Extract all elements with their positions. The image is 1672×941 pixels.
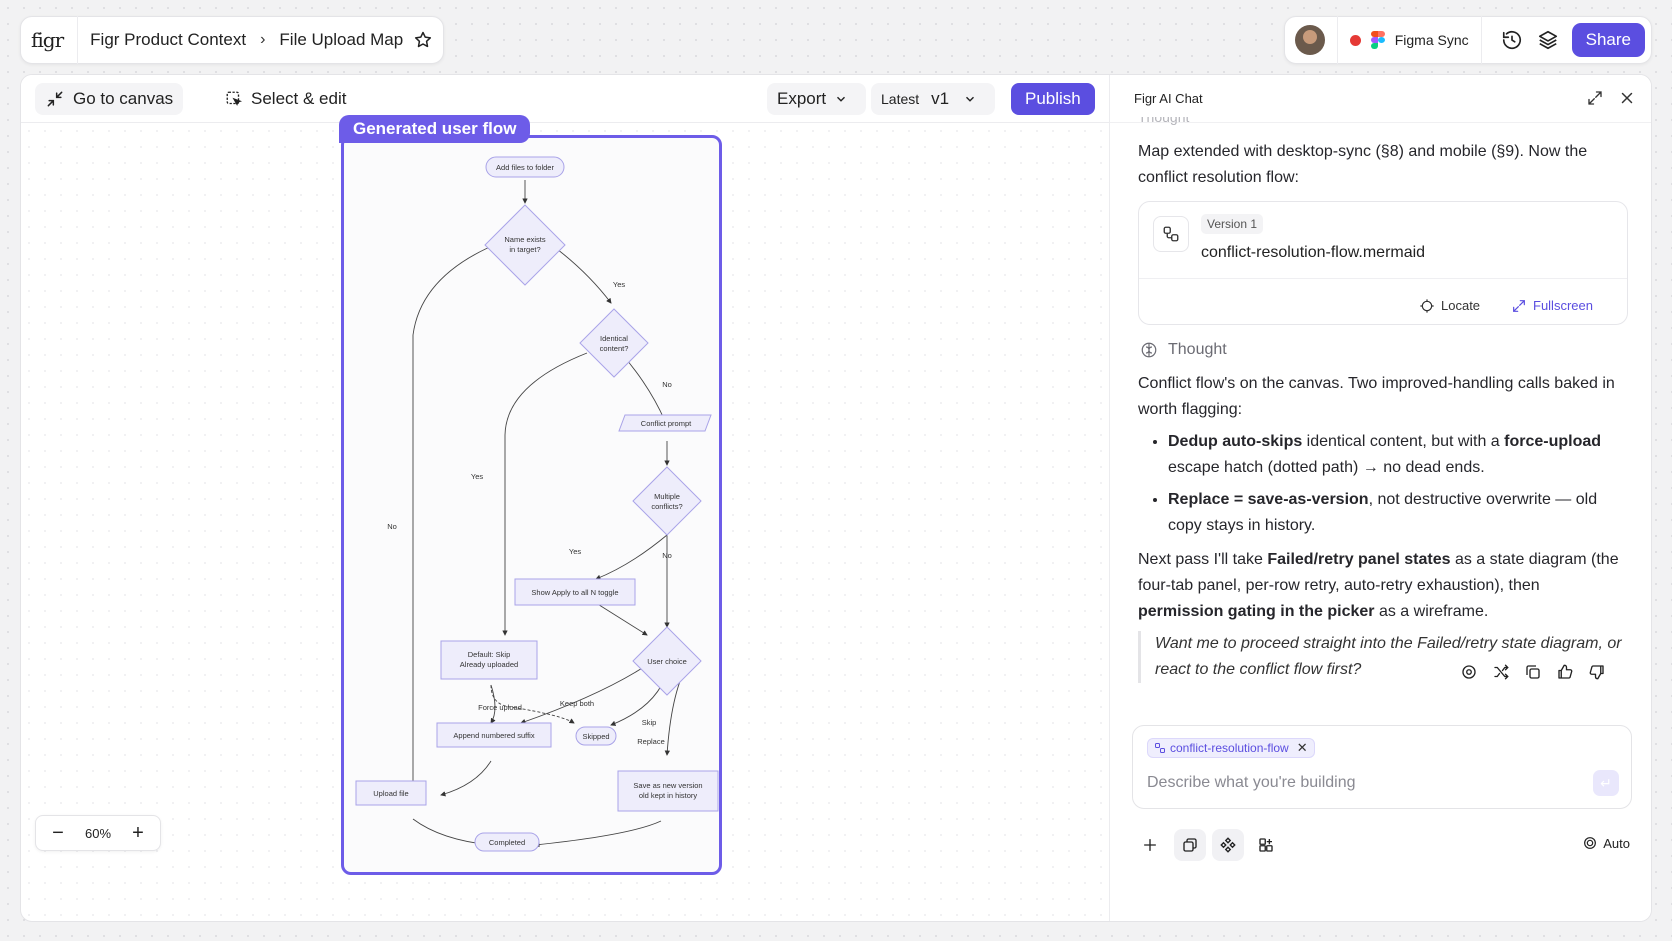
artifact-card[interactable]: Version 1 conflict-resolution-flow.merma… [1138, 201, 1628, 325]
locate-button[interactable]: Locate [1419, 293, 1480, 319]
figma-icon [1370, 31, 1385, 49]
node-save-new-2: old kept in history [639, 791, 698, 800]
edge-label-force-upload: Force upload [478, 703, 522, 712]
thumbs-down-icon[interactable] [1586, 661, 1608, 683]
locate-label: Locate [1441, 298, 1481, 313]
node-name-exists-2: in target? [509, 245, 540, 254]
node-save-new[interactable]: Save as new version [633, 781, 702, 790]
flow-diagram: Add files to folder Name exists in targe… [355, 156, 719, 852]
thumbs-up-icon[interactable] [1554, 661, 1576, 683]
expand-icon [1513, 300, 1525, 312]
node-multiple[interactable]: Multiple [654, 492, 680, 501]
close-icon[interactable] [1618, 89, 1636, 107]
message-actions [1458, 661, 1608, 683]
edge-label-yes: Yes [569, 547, 581, 556]
node-identical-2: content? [600, 344, 629, 353]
divider [1480, 16, 1482, 64]
chat-title: Figr AI Chat [1134, 91, 1203, 106]
chat-message: Map extended with desktop-sync (§8) and … [1138, 123, 1628, 683]
crosshair-icon [1420, 299, 1434, 313]
node-add-files[interactable]: Add files to folder [496, 163, 554, 172]
bullet-list: Dedup auto-skips identical content, but … [1138, 429, 1628, 539]
copy-icon[interactable] [1522, 661, 1544, 683]
version-tag: Version 1 [1201, 214, 1264, 234]
node-show-apply[interactable]: Show Apply to all N toggle [531, 588, 618, 597]
pages-icon[interactable] [1174, 829, 1206, 861]
list-item: Dedup auto-skips identical content, but … [1168, 429, 1628, 481]
add-icon[interactable] [1134, 829, 1166, 861]
breadcrumb-project[interactable]: Figr Product Context [90, 30, 246, 50]
thought-toggle[interactable]: Thought [1138, 337, 1628, 363]
edge-label-keep-both: Keep both [560, 699, 594, 708]
node-name-exists[interactable]: Name exists [504, 235, 546, 244]
chat-intro: Map extended with desktop-sync (§8) and … [1138, 143, 1588, 186]
chat-paragraph: Conflict flow's on the canvas. Two impro… [1138, 375, 1615, 418]
send-icon[interactable]: ↵ [1593, 770, 1619, 796]
divider [77, 16, 79, 64]
figr-logo[interactable]: figr [31, 28, 64, 52]
breadcrumb-bar: figr Figr Product Context › File Upload … [20, 16, 445, 64]
shuffle-icon[interactable] [1490, 661, 1512, 683]
edge-label-no: No [387, 522, 397, 531]
flow-file-icon [1153, 216, 1189, 252]
node-default-skip[interactable]: Default: Skip [468, 650, 511, 659]
edge-label-replace: Replace [637, 737, 665, 746]
ai-chat-panel: Figr AI Chat Thought Map extended with d… [1109, 75, 1651, 921]
close-icon[interactable]: ✕ [1297, 740, 1308, 756]
node-skipped[interactable]: Skipped [582, 732, 609, 741]
zoom-in-button[interactable]: + [124, 822, 152, 845]
zoom-out-button[interactable]: − [44, 822, 72, 845]
artifact-file-name: conflict-resolution-flow.mermaid [1201, 244, 1426, 261]
node-upload-file[interactable]: Upload file [373, 789, 408, 798]
composer-tools: Auto [1134, 827, 1630, 863]
list-item: Replace = save-as-version, not destructi… [1168, 487, 1628, 539]
target-icon[interactable] [1458, 661, 1480, 683]
edge-label-no: No [662, 551, 672, 560]
chat-paragraph: Next pass I'll take Failed/retry panel s… [1138, 551, 1619, 620]
chat-input[interactable]: Describe what you're building [1147, 774, 1356, 792]
recording-dot-icon [1349, 34, 1361, 46]
node-default-skip-2: Already uploaded [460, 660, 518, 669]
node-multiple-2: conflicts? [651, 502, 682, 511]
chat-header: Figr AI Chat [1110, 75, 1651, 123]
fullscreen-label: Fullscreen [1533, 298, 1593, 313]
flow-file-icon [1155, 743, 1165, 753]
edge-label-yes: Yes [613, 280, 625, 289]
chat-composer: conflict-resolution-flow ✕ Describe what… [1132, 725, 1632, 809]
chip-label: conflict-resolution-flow [1170, 741, 1289, 755]
share-button[interactable]: Share [1571, 23, 1645, 57]
artifact-actions: Locate Fullscreen [1139, 278, 1627, 326]
thought-label: Thought [1168, 341, 1227, 358]
divider [1336, 16, 1338, 64]
breadcrumb-page[interactable]: File Upload Map [279, 30, 403, 50]
node-append[interactable]: Append numbered suffix [453, 731, 534, 740]
zoom-control: − 60% + [35, 815, 161, 851]
edge-label-yes: Yes [471, 472, 483, 481]
star-icon[interactable] [413, 30, 433, 50]
node-identical[interactable]: Identical [600, 334, 628, 343]
mode-label: Auto [1603, 835, 1630, 851]
node-completed[interactable]: Completed [489, 838, 525, 847]
edge-label-no: No [662, 380, 672, 389]
brain-icon [1141, 342, 1157, 358]
node-conflict-prompt[interactable]: Conflict prompt [641, 419, 692, 428]
grid-plus-icon[interactable] [1250, 829, 1282, 861]
context-chip[interactable]: conflict-resolution-flow ✕ [1147, 738, 1315, 758]
avatar[interactable] [1294, 25, 1325, 55]
mode-selector[interactable]: Auto [1582, 835, 1630, 851]
header-controls: Figma Sync Share [1283, 16, 1652, 64]
edge-label-skip: Skip [642, 718, 657, 727]
workspace-panel: Go to canvas Select & edit Export Latest… [20, 74, 1652, 922]
target-icon [1584, 837, 1597, 849]
components-icon[interactable] [1212, 829, 1244, 861]
chevron-right-icon: › [260, 31, 266, 48]
layers-icon[interactable] [1530, 22, 1566, 58]
history-icon[interactable] [1494, 22, 1530, 58]
node-user-choice[interactable]: User choice [647, 657, 687, 666]
zoom-level[interactable]: 60% [72, 826, 124, 841]
figma-sync-button[interactable]: Figma Sync [1395, 32, 1469, 48]
fullscreen-button[interactable]: Fullscreen [1511, 293, 1593, 319]
expand-icon[interactable] [1586, 89, 1604, 107]
